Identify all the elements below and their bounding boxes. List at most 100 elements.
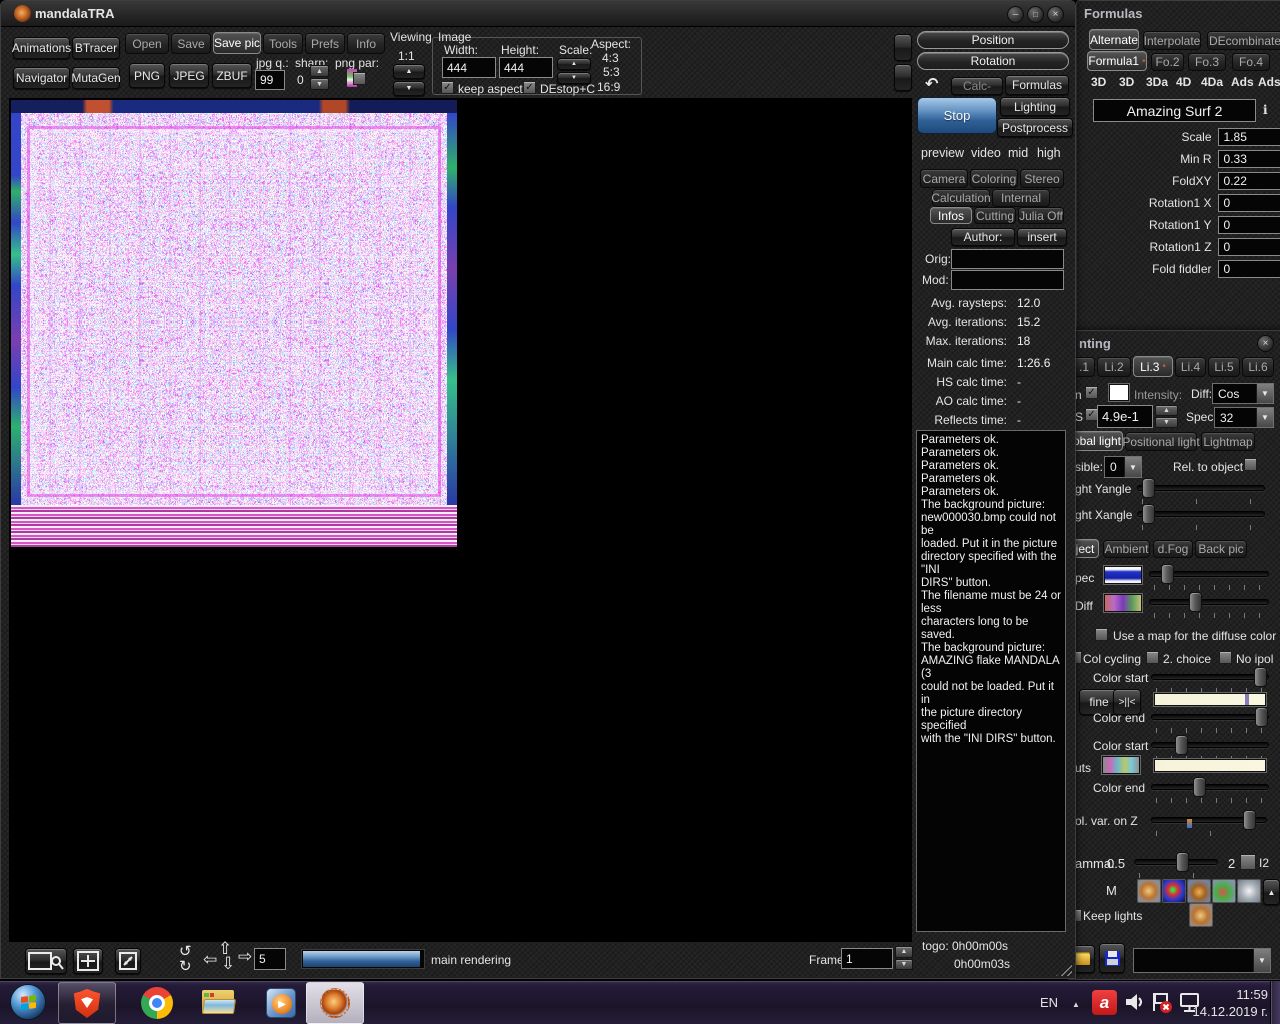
lighting-button[interactable]: Lighting [1000,97,1070,116]
animations-button[interactable]: Animations [13,37,70,59]
color-start-slider-2[interactable] [1151,735,1269,761]
width-field[interactable]: 444 [442,57,496,78]
calc-button[interactable]: Calc- [951,77,1003,95]
tab-lightmap[interactable]: Lightmap [1201,432,1255,451]
spinner-down-icon[interactable]: ▼ [1155,417,1178,428]
png-button[interactable]: PNG [129,63,165,88]
tab-3d-a[interactable]: 3D [1091,75,1106,89]
height-field[interactable]: 444 [499,57,553,78]
formula-name-field[interactable]: Amazing Surf 2 [1093,99,1256,122]
clock-date[interactable]: 14.12.2019 г. [1173,1004,1268,1019]
menu-open[interactable]: Open [125,33,169,54]
tab-li3[interactable]: Li.3 • [1133,356,1173,377]
edge-button-bottom[interactable] [894,64,912,91]
spinner-down-icon[interactable]: ▼ [310,78,329,90]
tab-cutting[interactable]: Cutting [974,207,1016,224]
mod-field[interactable] [951,270,1064,290]
rotate-cw-icon[interactable]: ↻ [179,957,192,975]
tab-4da[interactable]: 4Da [1201,75,1223,89]
rel-to-object-checkbox[interactable] [1244,458,1257,471]
frame-field[interactable]: 1 [841,948,893,969]
lighting-preset-dropdown[interactable]: ▼ [1133,948,1271,973]
i2-checkbox[interactable] [1240,854,1256,870]
tab-internal[interactable]: Internal [992,189,1050,207]
png-par-checkbox[interactable] [353,72,366,85]
tab-dfog[interactable]: d.Fog [1153,540,1193,558]
navigator-button[interactable]: Navigator [13,67,70,89]
minimize-button[interactable]: – [1007,6,1024,23]
pan-right-icon[interactable]: ⇨ [238,947,252,967]
show-desktop-button[interactable] [1270,981,1280,1024]
spinner-down-icon[interactable]: ▼ [895,959,913,971]
clock-time[interactable]: 11:59 [1190,987,1268,1002]
undo-icon[interactable]: ↶ [925,74,938,94]
menu-save[interactable]: Save [171,33,211,54]
spec-dropdown[interactable]: 32 ▼ [1214,407,1274,428]
start-button[interactable] [10,984,46,1020]
title-bar[interactable]: mandalaTRA – □ × [1,1,1075,27]
tab-fo4[interactable]: Fo.4 [1232,53,1270,71]
formula-param-input[interactable]: 0 [1218,238,1280,256]
taskbar-explorer-button[interactable] [190,982,248,1024]
taskbar-brave-button[interactable] [58,982,116,1024]
light-xangle-slider[interactable] [1137,504,1265,530]
message-log[interactable]: Parameters ok.Parameters ok.Parameters o… [916,430,1066,932]
spinner-up-icon[interactable]: ▲ [895,946,913,958]
save-lighting-button[interactable] [1099,943,1125,973]
formula-param-input[interactable]: 0.22 [1218,172,1280,190]
pan-left-icon[interactable]: ⇦ [203,950,217,970]
menu-tools[interactable]: Tools [263,33,303,54]
keep-lights-thumbnail[interactable] [1189,903,1213,927]
menu-prefs[interactable]: Prefs [305,33,345,54]
tray-expand-icon[interactable]: ▲ [1072,1000,1080,1009]
menu-save-pic[interactable]: Save pic [213,32,261,54]
zoom-select-button[interactable] [25,948,67,974]
formula-param-input[interactable]: 1.85 [1218,128,1280,146]
position-button[interactable]: Position [917,31,1069,49]
tab-li6[interactable]: Li.6 [1242,357,1274,377]
tab-camera[interactable]: Camera [920,169,968,188]
light-preset-thumbnail-2[interactable] [1162,879,1186,903]
taskbar-chrome-button[interactable] [128,982,186,1024]
quality-mid[interactable]: mid [1008,146,1028,160]
action-center-flag-icon[interactable] [1150,991,1174,1020]
zbuf-button[interactable]: ZBUF [212,63,252,88]
tab-infos[interactable]: Infos [930,207,972,224]
tab-fo2[interactable]: Fo.2 [1151,53,1184,71]
tab-julia-off[interactable]: Julia Off [1018,207,1064,224]
tab-formula1[interactable]: Formula1 • [1087,51,1147,71]
color-start-slider-1[interactable] [1151,667,1269,693]
tab-back-pic[interactable]: Back pic [1195,540,1247,558]
viewing-zoom-out-button[interactable]: ▼ [393,81,425,96]
tab-4d[interactable]: 4D [1176,75,1191,89]
color-range-bar-2[interactable] [1154,759,1266,772]
mutagen-button[interactable]: MutaGen [72,67,120,89]
formula-param-input[interactable]: 0 [1218,216,1280,234]
visible-dropdown[interactable]: 0 ▼ [1104,456,1142,478]
stop-button[interactable]: Stop [917,97,997,134]
step-field[interactable]: 5 [254,948,286,970]
jpeg-button[interactable]: JPEG [169,63,209,88]
light-preset-thumbnail-3[interactable] [1187,879,1211,903]
formula-param-input[interactable]: 0 [1218,194,1280,212]
diff-dropdown[interactable]: Cos ▼ [1212,383,1274,404]
second-choice-checkbox[interactable] [1146,651,1159,664]
formula-param-input[interactable]: 0 [1218,260,1280,278]
tab-li1[interactable]: .1 [1073,357,1095,377]
diffuse-map-checkbox[interactable] [1095,628,1108,641]
formula-param-input[interactable]: 0.33 [1218,150,1280,168]
tab-3da[interactable]: 3Da [1146,75,1168,89]
aspect-4-3[interactable]: 4:3 [602,51,619,65]
spec-slider[interactable] [1149,564,1269,590]
diff-slider[interactable] [1149,592,1269,618]
spinner-up-icon[interactable]: ▲ [1155,405,1178,416]
tab-calculation[interactable]: Calculation [932,189,990,207]
window-resize-grip[interactable] [1056,964,1072,976]
spinner-up-icon[interactable]: ▲ [310,65,329,77]
tab-li4[interactable]: Li.4 [1175,357,1206,377]
jpg-quality-field[interactable]: 99 [255,70,285,90]
light-on-checkbox[interactable]: ✓ [1085,386,1098,399]
destop-checkbox[interactable]: ✓ [523,81,536,94]
formulas-button[interactable]: Formulas [1005,75,1069,95]
tab-positional-light[interactable]: Positional light [1125,432,1197,451]
